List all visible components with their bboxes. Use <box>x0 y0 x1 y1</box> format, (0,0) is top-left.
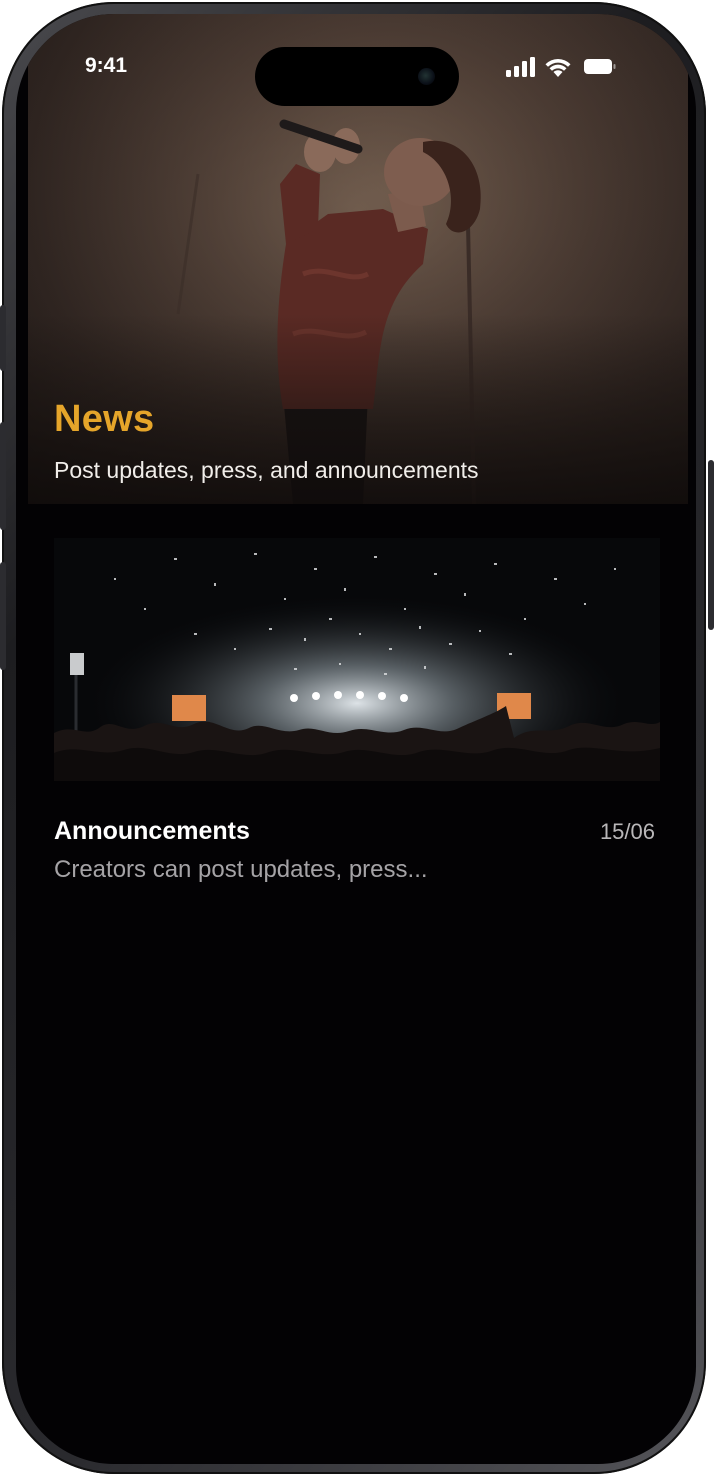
page-title: News <box>54 398 155 440</box>
news-item-title[interactable]: Announcements <box>54 817 250 846</box>
news-item-excerpt[interactable]: Creators can post updates, press... <box>54 856 428 884</box>
cellular-signal-icon <box>506 57 535 77</box>
front-camera-icon <box>418 68 435 85</box>
action-button <box>0 305 6 371</box>
power-button <box>708 460 714 630</box>
status-bar-icons <box>506 57 616 77</box>
volume-up-button <box>0 422 6 530</box>
volume-down-button <box>0 562 6 670</box>
battery-icon <box>584 59 616 74</box>
page-subtitle: Post updates, press, and announcements <box>54 457 479 483</box>
wifi-icon <box>545 58 571 77</box>
app-screen: News Post updates, press, and announceme… <box>16 14 696 1464</box>
news-item-date: 15/06 <box>599 819 655 844</box>
concert-crowd-photo <box>54 538 660 781</box>
news-item-image[interactable] <box>54 538 660 781</box>
status-bar-time: 9:41 <box>85 54 128 77</box>
dynamic-island <box>255 47 459 106</box>
